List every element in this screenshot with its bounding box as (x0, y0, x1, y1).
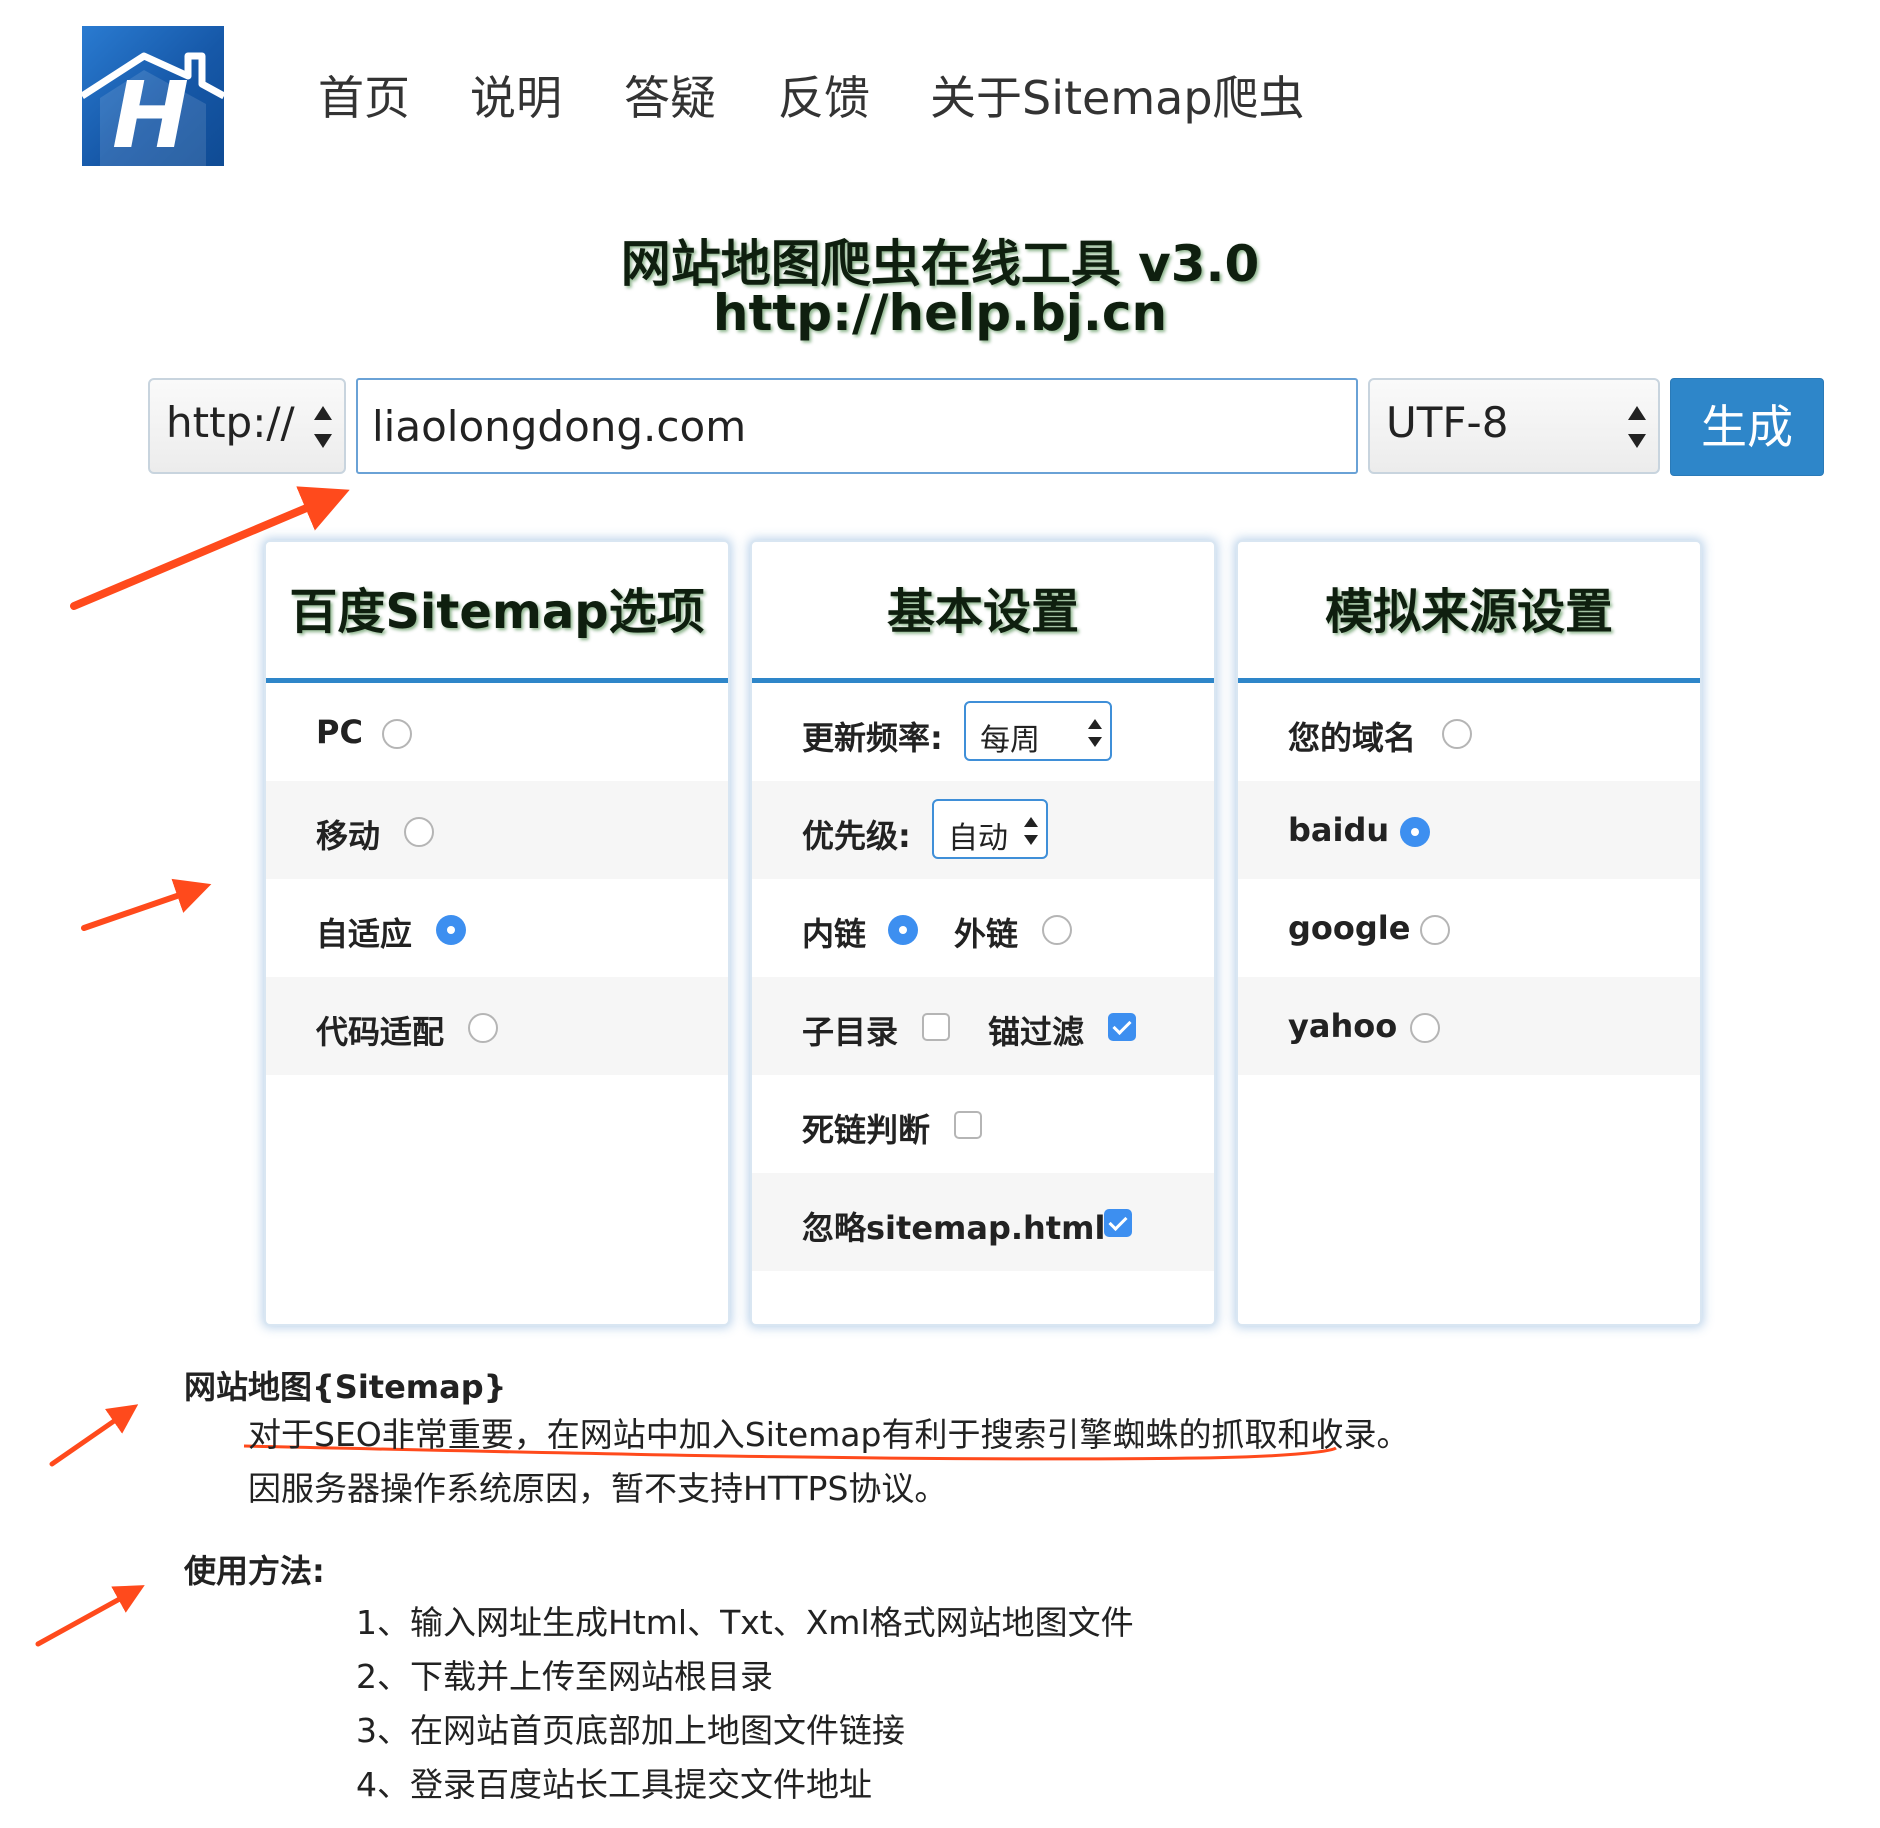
outer-link-label: 外链 (954, 915, 1019, 953)
frequency-value: 每周 (980, 723, 1040, 758)
referer-settings-panel: 模拟来源设置 您的域名 baidu google yahoo (1236, 540, 1702, 1326)
anchor-filter-label: 锚过滤 (988, 1013, 1085, 1051)
priority-label: 优先级: (802, 817, 911, 855)
checkbox-ignore-sitemap-html[interactable] (1104, 1209, 1132, 1237)
panel-title: 基本设置 (752, 542, 1214, 683)
option-row-responsive: 自适应 (266, 879, 728, 977)
source-row-own-domain: 您的域名 (1238, 683, 1700, 781)
subdir-label: 子目录 (802, 1013, 899, 1051)
source-row-google: google (1238, 879, 1700, 977)
option-label: 代码适配 (316, 1013, 445, 1051)
sitemap-heading: 网站地图{Sitemap} (184, 1368, 507, 1406)
option-label: 移动 (316, 817, 381, 855)
usage-heading: 使用方法: (184, 1552, 325, 1590)
usage-step: 1、输入网址生成Html、Txt、Xml格式网站地图文件 (356, 1603, 1134, 1642)
radio-pc[interactable] (382, 719, 412, 749)
ignore-label: 忽略sitemap.html (802, 1209, 1106, 1247)
radio-baidu[interactable] (1400, 817, 1430, 847)
option-label: 自适应 (316, 915, 413, 953)
https-notice: 因服务器操作系统原因，暂不支持HTTPS协议。 (248, 1469, 948, 1508)
annotation-arrow-icon (35, 1585, 145, 1647)
inner-link-label: 内链 (802, 915, 867, 953)
priority-row: 优先级: 自动 (752, 781, 1214, 879)
frequency-select[interactable]: 每周 (964, 701, 1112, 761)
radio-yahoo[interactable] (1410, 1013, 1440, 1043)
deadlink-row: 死链判断 (752, 1075, 1214, 1173)
usage-step: 3、在网站首页底部加上地图文件链接 (356, 1711, 905, 1750)
deadlink-label: 死链判断 (802, 1111, 931, 1149)
select-arrows-icon (1024, 817, 1038, 845)
source-row-baidu: baidu (1238, 781, 1700, 879)
source-label: baidu (1288, 811, 1390, 849)
ignore-row: 忽略sitemap.html (752, 1173, 1214, 1271)
checkbox-subdir[interactable] (922, 1013, 950, 1041)
radio-inner-link[interactable] (888, 915, 918, 945)
checkbox-deadlink[interactable] (954, 1111, 982, 1139)
radio-own-domain[interactable] (1442, 719, 1472, 749)
radio-outer-link[interactable] (1042, 915, 1072, 945)
baidu-sitemap-panel: 百度Sitemap选项 PC 移动 自适应 代码适配 (264, 540, 730, 1326)
select-arrows-icon (1088, 719, 1102, 747)
radio-mobile[interactable] (404, 817, 434, 847)
priority-value: 自动 (948, 821, 1008, 856)
source-label: google (1288, 909, 1411, 947)
panel-title: 模拟来源设置 (1238, 542, 1700, 683)
panel-title: 百度Sitemap选项 (266, 542, 728, 683)
annotation-arrow-icon (49, 1404, 139, 1467)
source-label: 您的域名 (1288, 719, 1417, 757)
radio-responsive[interactable] (436, 915, 466, 945)
basic-settings-panel: 基本设置 更新频率: 每周 优先级: 自动 内链 外链 子目录 锚过滤 死链判断… (750, 540, 1216, 1326)
sitemap-description: 对于SEO非常重要，在网站中加入Sitemap有利于搜索引擎蜘蛛的抓取和收录。 (248, 1415, 1410, 1454)
option-label: PC (316, 713, 363, 751)
priority-select[interactable]: 自动 (932, 799, 1048, 859)
option-row-mobile: 移动 (266, 781, 728, 879)
checkbox-anchor-filter[interactable] (1108, 1013, 1136, 1041)
filter-row: 子目录 锚过滤 (752, 977, 1214, 1075)
option-row-pc: PC (266, 683, 728, 781)
usage-step: 4、登录百度站长工具提交文件地址 (356, 1765, 872, 1804)
source-row-yahoo: yahoo (1238, 977, 1700, 1075)
usage-step: 2、下载并上传至网站根目录 (356, 1657, 773, 1696)
radio-google[interactable] (1420, 915, 1450, 945)
link-type-row: 内链 外链 (752, 879, 1214, 977)
radio-code-adapt[interactable] (468, 1013, 498, 1043)
annotation-arrow-icon (81, 878, 212, 931)
frequency-row: 更新频率: 每周 (752, 683, 1214, 781)
source-label: yahoo (1288, 1007, 1398, 1045)
frequency-label: 更新频率: (802, 719, 943, 757)
option-row-code-adapt: 代码适配 (266, 977, 728, 1075)
